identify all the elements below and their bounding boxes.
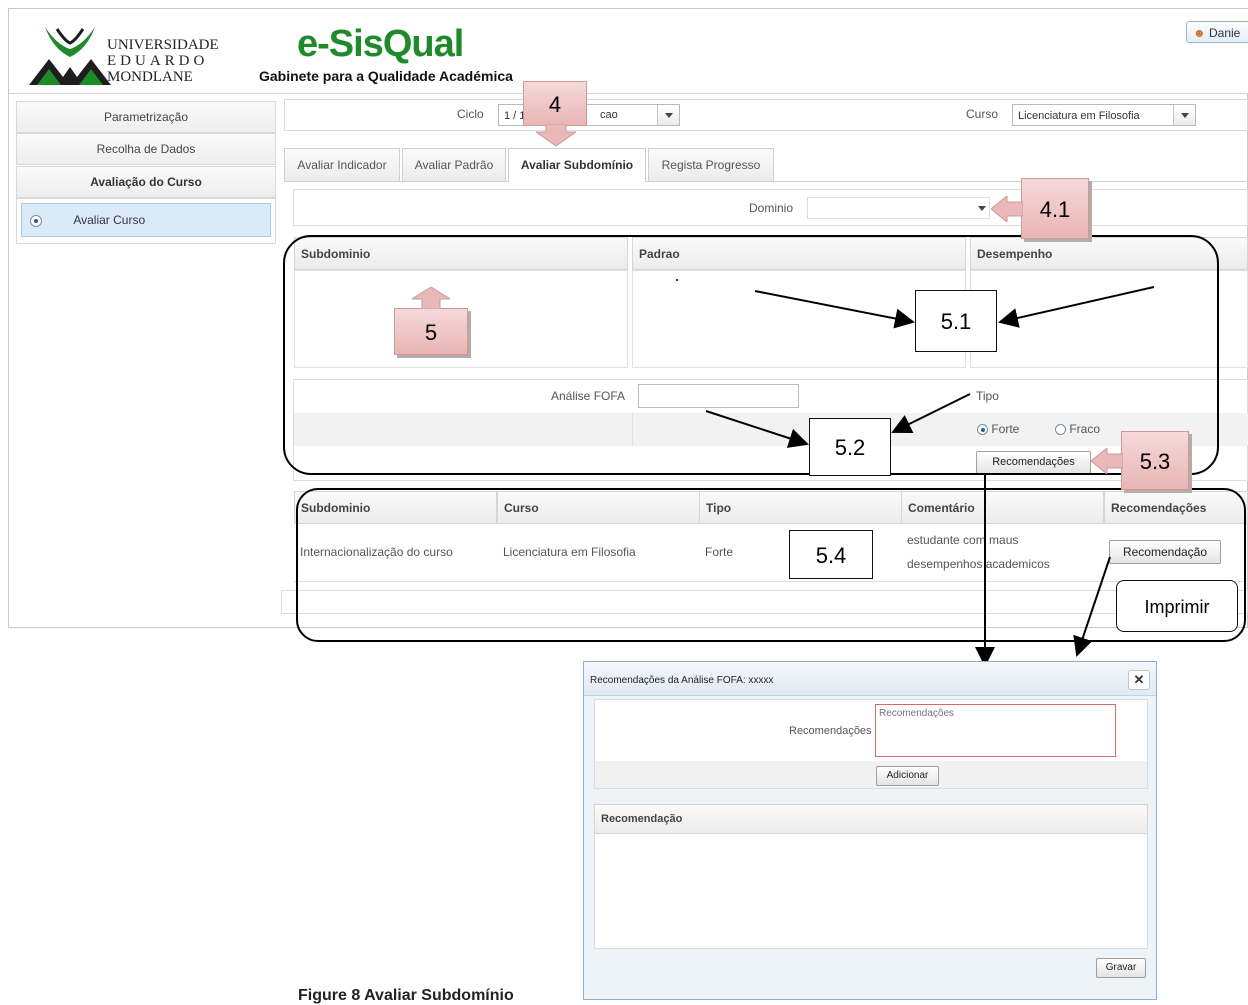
recomendacoes-dialog: Recomendações da Análise FOFA: xxxxx ✕ R… bbox=[583, 661, 1157, 1000]
adicionar-button[interactable]: Adicionar bbox=[876, 766, 939, 786]
close-icon[interactable]: ✕ bbox=[1128, 670, 1150, 690]
dialog-grid-header[interactable]: Recomendação bbox=[594, 804, 1148, 834]
dialog-form-stripe bbox=[595, 761, 1147, 788]
gravar-button[interactable]: Gravar bbox=[1096, 958, 1146, 978]
figure-caption: Figure 8 Avaliar Subdomínio bbox=[298, 987, 514, 1004]
dialog-field-label: Recomendações bbox=[789, 725, 872, 737]
recomendacoes-textarea[interactable] bbox=[875, 704, 1116, 757]
dialog-title: Recomendações da Análise FOFA: xxxxx bbox=[590, 675, 774, 686]
